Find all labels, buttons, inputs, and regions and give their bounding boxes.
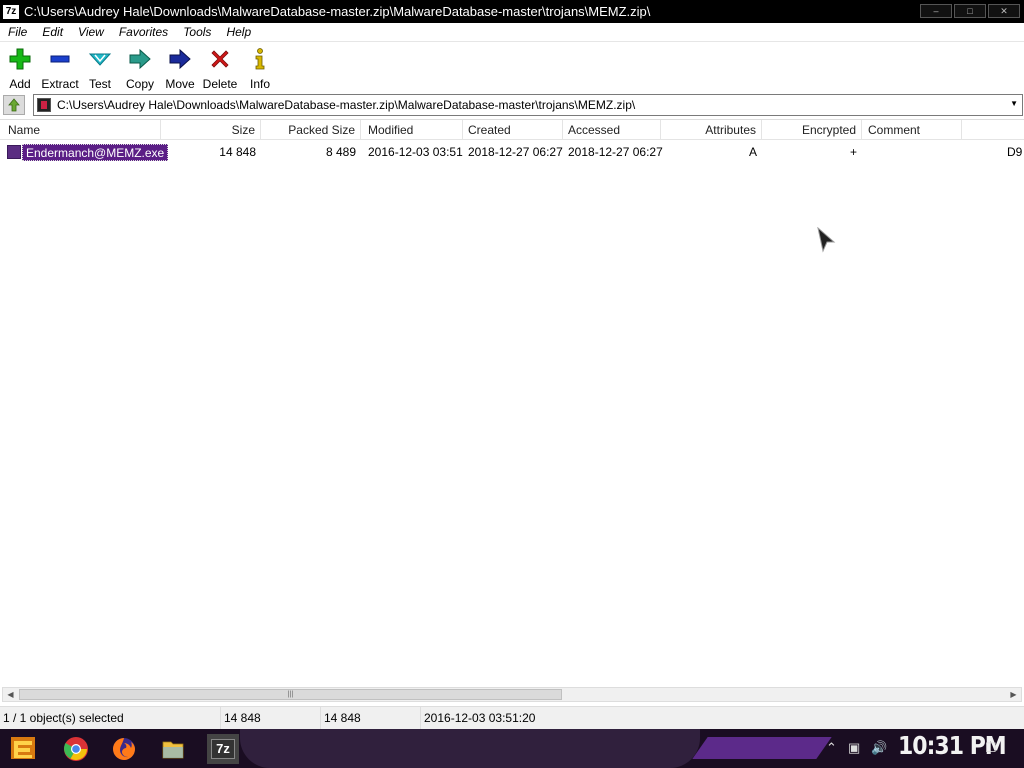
header-packed-size[interactable]: Packed Size <box>261 120 361 140</box>
mouse-cursor-icon <box>817 227 836 253</box>
path-text: C:\Users\Audrey Hale\Downloads\MalwareDa… <box>57 98 636 112</box>
extract-button[interactable]: Extract <box>40 43 80 91</box>
menu-edit[interactable]: Edit <box>34 25 70 39</box>
move-button[interactable]: Move <box>160 43 200 91</box>
test-button[interactable]: Test <box>80 43 120 91</box>
status-size: 14 848 <box>221 707 321 729</box>
delete-button[interactable]: Delete <box>200 43 240 91</box>
header-modified[interactable]: Modified <box>363 120 463 140</box>
move-label: Move <box>165 77 195 91</box>
menu-bar: File Edit View Favorites Tools Help <box>0 23 1024 42</box>
status-selection: 1 / 1 object(s) selected <box>0 707 221 729</box>
up-folder-button[interactable] <box>3 95 25 115</box>
file-name[interactable]: Endermanch@MEMZ.exe <box>22 144 169 161</box>
file-accessed: 2018-12-27 06:27 <box>568 145 663 159</box>
file-list[interactable]: Endermanch@MEMZ.exe 14 848 8 489 2016-12… <box>0 141 1024 687</box>
taskbar-wallpaper-band <box>240 729 700 768</box>
menu-favorites[interactable]: Favorites <box>111 25 175 39</box>
path-combobox[interactable]: C:\Users\Audrey Hale\Downloads\MalwareDa… <box>33 94 1023 116</box>
copy-arrow-icon <box>129 48 151 70</box>
scroll-thumb[interactable]: ||| <box>19 689 562 700</box>
file-encrypted: + <box>849 145 857 159</box>
maximize-button[interactable]: □ <box>954 4 986 18</box>
info-button[interactable]: Info <box>240 43 280 91</box>
menu-view[interactable]: View <box>70 25 111 39</box>
volume-icon[interactable]: 🔊 <box>871 740 887 756</box>
list-item[interactable]: Endermanch@MEMZ.exe 14 848 8 489 2016-12… <box>0 142 1024 162</box>
start-icon[interactable] <box>8 733 38 763</box>
header-accessed[interactable]: Accessed <box>563 120 661 140</box>
horizontal-scrollbar[interactable]: ◀ ||| ▶ <box>2 687 1022 702</box>
close-button[interactable]: ✕ <box>988 4 1020 18</box>
7zip-taskbar-button[interactable]: 7z <box>207 734 239 764</box>
plus-icon <box>9 48 31 70</box>
add-label: Add <box>9 77 31 91</box>
add-button[interactable]: Add <box>0 43 40 91</box>
file-explorer-icon[interactable] <box>158 734 188 764</box>
header-created[interactable]: Created <box>463 120 563 140</box>
7zip-window: 7z C:\Users\Audrey Hale\Downloads\Malwar… <box>0 0 1024 729</box>
notifications-icon[interactable]: ☐ <box>985 740 997 756</box>
extract-label: Extract <box>41 77 79 91</box>
file-overflow-column: D9 <box>1007 145 1023 159</box>
header-name[interactable]: Name <box>3 120 161 140</box>
toolbar: Add Extract Test Copy Move Delete Info <box>0 43 1024 91</box>
scroll-right-icon[interactable]: ▶ <box>1006 688 1021 701</box>
scroll-left-icon[interactable]: ◀ <box>3 688 18 701</box>
file-created: 2018-12-27 06:27 <box>468 145 563 159</box>
title-bar[interactable]: 7z C:\Users\Audrey Hale\Downloads\Malwar… <box>0 0 1024 23</box>
dropdown-arrow-icon[interactable]: ▼ <box>1010 99 1018 108</box>
status-bar: 1 / 1 object(s) selected 14 848 14 848 2… <box>0 706 1024 729</box>
menu-file[interactable]: File <box>0 25 34 39</box>
network-icon[interactable]: ▣ <box>848 740 860 756</box>
header-comment[interactable]: Comment <box>863 120 962 140</box>
7zip-icon: 7z <box>211 739 235 759</box>
file-modified: 2016-12-03 03:51 <box>368 145 463 159</box>
delete-label: Delete <box>202 77 238 91</box>
minimize-button[interactable]: – <box>920 4 952 18</box>
copy-label: Copy <box>125 77 154 91</box>
status-packed: 14 848 <box>321 707 421 729</box>
copy-button[interactable]: Copy <box>120 43 160 91</box>
taskbar-accent-band <box>692 737 832 759</box>
file-size: 14 848 <box>219 145 256 159</box>
check-icon <box>88 53 112 66</box>
info-label: Info <box>249 77 270 91</box>
info-icon <box>255 48 265 70</box>
test-label: Test <box>88 77 111 91</box>
archive-icon <box>37 98 51 112</box>
header-encrypted[interactable]: Encrypted <box>762 120 862 140</box>
chrome-icon[interactable] <box>61 734 91 764</box>
column-headers: Name Size Packed Size Modified Created A… <box>0 119 1024 140</box>
7zip-app-icon[interactable]: 7z <box>3 4 19 19</box>
header-attributes[interactable]: Attributes <box>661 120 762 140</box>
file-attributes: A <box>748 145 757 159</box>
file-comment <box>868 142 958 162</box>
delete-x-icon <box>211 50 229 68</box>
minus-icon <box>50 55 70 63</box>
address-bar: C:\Users\Audrey Hale\Downloads\MalwareDa… <box>0 93 1024 117</box>
move-arrow-icon <box>169 48 191 70</box>
menu-tools[interactable]: Tools <box>175 25 218 39</box>
status-modified: 2016-12-03 03:51:20 <box>424 711 536 725</box>
window-title: C:\Users\Audrey Hale\Downloads\MalwareDa… <box>24 4 651 19</box>
menu-help[interactable]: Help <box>218 25 258 39</box>
show-hidden-icons-icon[interactable]: ⌃ <box>826 740 837 756</box>
firefox-icon[interactable] <box>109 734 139 764</box>
exe-file-icon <box>7 145 21 159</box>
file-packed-size: 8 489 <box>325 145 356 159</box>
taskbar: 7z ⌃ ▣ 🔊 10:31 PM ☐ <box>0 729 1024 768</box>
up-arrow-icon <box>8 98 20 112</box>
header-size[interactable]: Size <box>161 120 261 140</box>
